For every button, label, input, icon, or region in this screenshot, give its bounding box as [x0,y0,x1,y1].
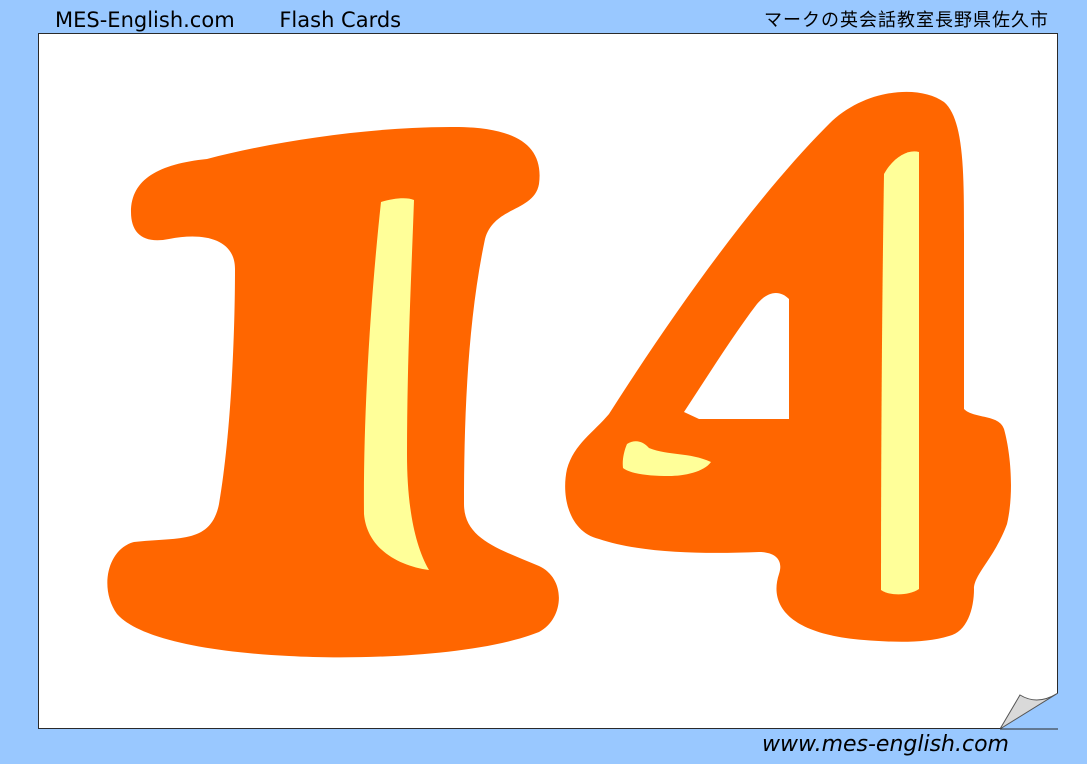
flash-card [38,33,1058,729]
japanese-caption: マークの英会話教室長野県佐久市 [764,10,1049,31]
digit-one [107,126,559,658]
flash-card-page: MES-English.com Flash Cards マークの英会話教室長野県… [0,0,1087,764]
section-name: Flash Cards [279,8,402,32]
digit-one-body [107,126,559,658]
digit-four [565,91,1011,642]
footer-url[interactable]: www.mes-english.com [762,729,1009,761]
header-title: MES-English.com Flash Cards [55,6,401,34]
digit-four-body [565,91,1011,642]
digit-four-highlight-stem [881,151,919,595]
number-14-illustration [107,91,1011,658]
site-name: MES-English.com [55,8,235,32]
